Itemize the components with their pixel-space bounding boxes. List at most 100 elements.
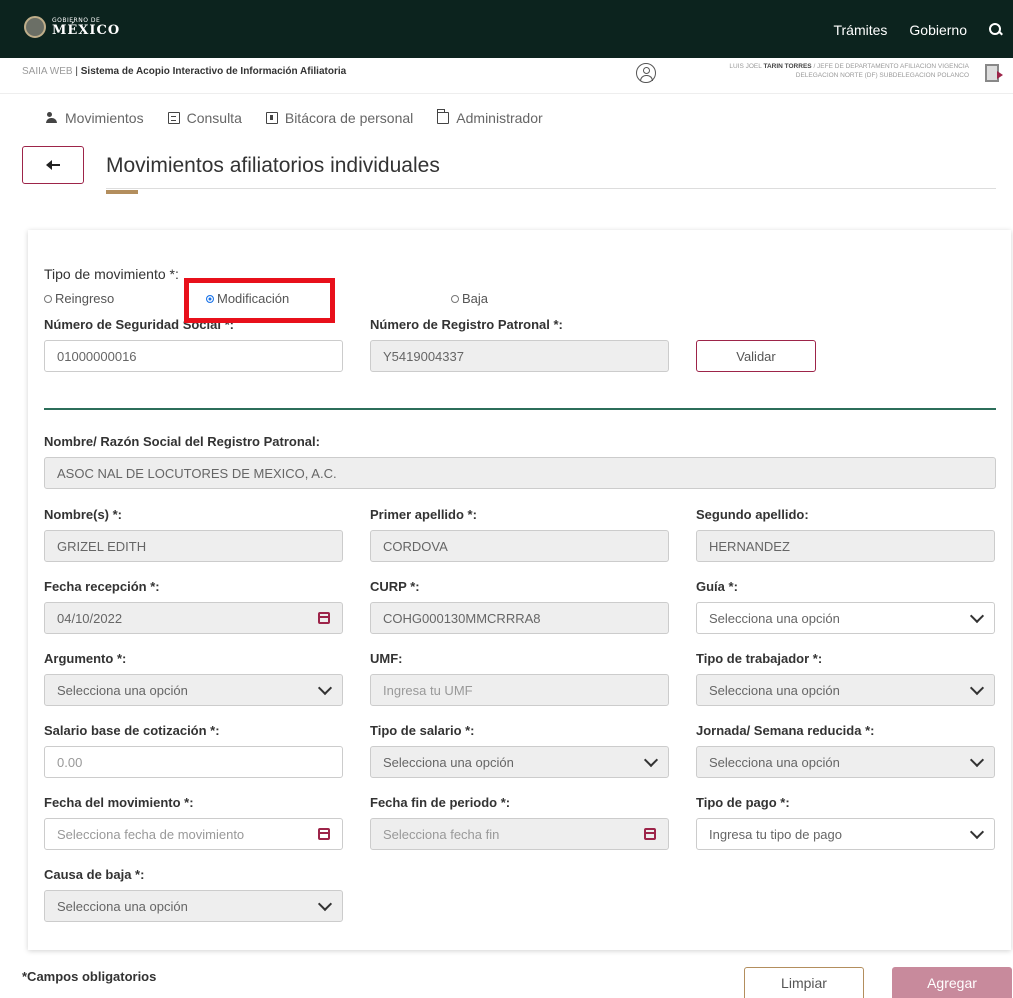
nss-input[interactable]: 01000000016: [44, 340, 343, 372]
nrp-value: Y5419004337: [383, 348, 464, 364]
chevron-down-icon: [969, 680, 985, 695]
curp-value: COHG000130MMCRRRA8: [383, 610, 541, 626]
arrow-left-icon: [46, 160, 60, 170]
radio-button[interactable]: [44, 294, 52, 303]
razon-social-label: Nombre/ Razón Social del Registro Patron…: [44, 434, 320, 449]
fecha-recepcion-value: 04/10/2022: [57, 610, 123, 626]
salario-input[interactable]: 0.00: [44, 746, 343, 778]
chevron-down-icon: [317, 680, 333, 695]
umf-label: UMF:: [370, 651, 403, 666]
nombre-value: GRIZEL EDITH: [57, 538, 147, 554]
app-short-name: SAIIA WEB: [22, 66, 73, 77]
chevron-down-icon: [317, 896, 333, 911]
segundo-apellido-label: Segundo apellido:: [696, 507, 809, 522]
book-icon: [265, 112, 278, 124]
curp-input[interactable]: COHG000130MMCRRRA8: [370, 602, 669, 634]
page-title: Movimientos afiliatorios individuales: [106, 154, 440, 177]
segundo-apellido-value: HERNANDEZ: [709, 538, 790, 554]
tipo-salario-selected-value: Selecciona una opción: [383, 754, 514, 770]
top-nav: Trámites Gobierno: [833, 22, 1003, 38]
nrp-input[interactable]: Y5419004337: [370, 340, 669, 372]
fecha-fin-placeholder: Selecciona fecha fin: [383, 826, 500, 842]
user-role: / JEFE DE DEPARTAMENTO AFILIACION VIGENC…: [813, 63, 969, 70]
app-subheader: SAIIA WEB | Sistema de Acopio Interactiv…: [0, 58, 1013, 94]
menu-item-movimientos[interactable]: Movimientos: [46, 110, 144, 126]
calendar-icon[interactable]: [318, 828, 330, 840]
back-button[interactable]: [22, 146, 84, 184]
segundo-apellido-input[interactable]: HERNANDEZ: [696, 530, 995, 562]
menu-item-label: Movimientos: [65, 110, 144, 126]
fecha-movimiento-placeholder: Selecciona fecha de movimiento: [57, 826, 245, 842]
nss-value: 01000000016: [57, 348, 137, 364]
causa-baja-select[interactable]: Selecciona una opción: [44, 890, 343, 922]
guia-selected-value: Selecciona una opción: [709, 610, 840, 626]
main-menu: Movimientos Consulta Bitácora de persona…: [46, 109, 543, 126]
app-name: SAIIA WEB | Sistema de Acopio Interactiv…: [22, 66, 347, 77]
user-prefix: LUIS JOEL: [729, 63, 762, 70]
search-icon[interactable]: [989, 23, 1003, 37]
radio-label: Reingreso: [55, 291, 115, 306]
guia-select[interactable]: Selecciona una opción: [696, 602, 995, 634]
document-icon: [167, 112, 180, 124]
fecha-fin-input[interactable]: Selecciona fecha fin: [370, 818, 669, 850]
logout-icon[interactable]: [985, 64, 1003, 82]
primer-apellido-input[interactable]: CORDOVA: [370, 530, 669, 562]
razon-social-input[interactable]: ASOC NAL DE LOCUTORES DE MEXICO, A.C.: [44, 457, 996, 489]
razon-social-value: ASOC NAL DE LOCUTORES DE MEXICO, A.C.: [57, 465, 337, 481]
user-delegation: DELEGACION NORTE (DF) SUBDELEGACION POLA…: [795, 72, 969, 79]
required-fields-note: *Campos obligatorios: [22, 969, 157, 984]
fecha-movimiento-input[interactable]: Selecciona fecha de movimiento: [44, 818, 343, 850]
radio-baja[interactable]: Baja: [451, 291, 488, 306]
tipo-pago-selected-value: Ingresa tu tipo de pago: [709, 826, 842, 842]
nombre-input[interactable]: GRIZEL EDITH: [44, 530, 343, 562]
tipo-trabajador-label: Tipo de trabajador *:: [696, 651, 823, 666]
chevron-down-icon: [643, 752, 659, 767]
chevron-down-icon: [969, 824, 985, 839]
tipo-movimiento-label: Tipo de movimiento *:: [44, 266, 179, 282]
gobierno-logo[interactable]: GOBIERNO DE MÉXICO: [24, 16, 120, 38]
menu-item-label: Administrador: [456, 110, 543, 126]
logo-big-text: MÉXICO: [52, 22, 121, 38]
salario-placeholder: 0.00: [57, 754, 83, 770]
nrp-label: Número de Registro Patronal *:: [370, 317, 563, 332]
primer-apellido-value: CORDOVA: [383, 538, 448, 554]
title-accent-bar: [106, 190, 138, 194]
menu-item-label: Bitácora de personal: [284, 110, 414, 126]
chevron-down-icon: [969, 608, 985, 623]
radio-reingreso[interactable]: Reingreso: [44, 291, 114, 306]
fecha-recepcion-input[interactable]: 04/10/2022: [44, 602, 343, 634]
user-info: LUIS JOEL TARIN TORRES / JEFE DE DEPARTA…: [729, 62, 969, 80]
umf-placeholder: Ingresa tu UMF: [383, 682, 473, 698]
seal-icon: [24, 16, 46, 38]
fecha-movimiento-label: Fecha del movimiento *:: [44, 795, 194, 810]
tipo-salario-label: Tipo de salario *:: [370, 723, 475, 738]
fecha-fin-label: Fecha fin de periodo *:: [370, 795, 511, 810]
nav-gobierno-link[interactable]: Gobierno: [909, 22, 967, 38]
agregar-button[interactable]: Agregar: [892, 967, 1012, 998]
user-icon[interactable]: [636, 63, 656, 83]
chevron-down-icon: [969, 752, 985, 767]
menu-item-administrador[interactable]: Administrador: [436, 109, 543, 126]
people-icon: [46, 112, 58, 124]
limpiar-button[interactable]: Limpiar: [744, 967, 864, 998]
user-name: TARIN TORRES: [763, 63, 812, 70]
causa-baja-selected-value: Selecciona una opción: [57, 898, 188, 914]
calendar-icon[interactable]: [644, 828, 656, 840]
calendar-icon[interactable]: [318, 612, 330, 624]
argumento-label: Argumento *:: [44, 651, 127, 666]
jornada-select[interactable]: Selecciona una opción: [696, 746, 995, 778]
radio-button[interactable]: [451, 294, 459, 303]
app-full-name: Sistema de Acopio Interactivo de Informa…: [80, 66, 347, 77]
umf-input[interactable]: Ingresa tu UMF: [370, 674, 669, 706]
argumento-select[interactable]: Selecciona una opción: [44, 674, 343, 706]
section-divider: [44, 408, 996, 410]
tipo-pago-label: Tipo de pago *:: [696, 795, 790, 810]
menu-item-bitacora[interactable]: Bitácora de personal: [265, 110, 414, 126]
nav-tramites-link[interactable]: Trámites: [833, 22, 887, 38]
tipo-pago-select[interactable]: Ingresa tu tipo de pago: [696, 818, 995, 850]
menu-item-label: Consulta: [186, 110, 242, 126]
tipo-salario-select[interactable]: Selecciona una opción: [370, 746, 669, 778]
tipo-trabajador-select[interactable]: Selecciona una opción: [696, 674, 995, 706]
menu-item-consulta[interactable]: Consulta: [167, 110, 242, 126]
validar-button[interactable]: Validar: [696, 340, 816, 372]
